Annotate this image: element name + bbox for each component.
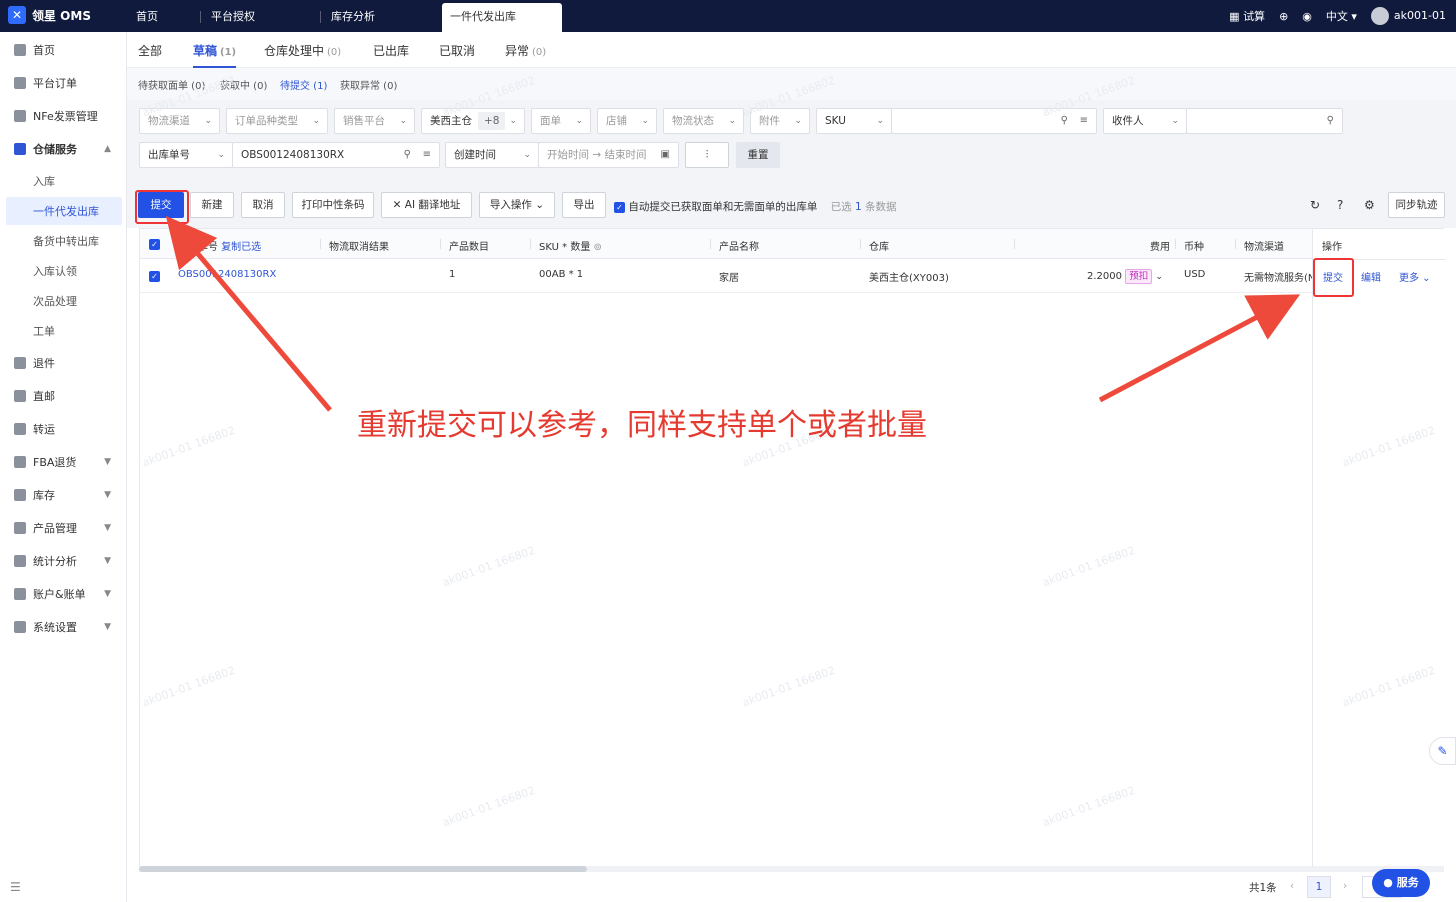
service-button[interactable]: ● 服务 <box>1372 869 1430 897</box>
annotation-arrows <box>165 215 1301 412</box>
assistant-float-icon[interactable]: ✎ <box>1429 737 1456 765</box>
arrow-to-row-submit <box>1098 294 1301 403</box>
arrow-to-submit-button <box>165 215 332 412</box>
annotation-text: 重新提交可以参考，同样支持单个或者批量 <box>357 408 927 443</box>
help-circle-icon: ● <box>1383 876 1393 889</box>
